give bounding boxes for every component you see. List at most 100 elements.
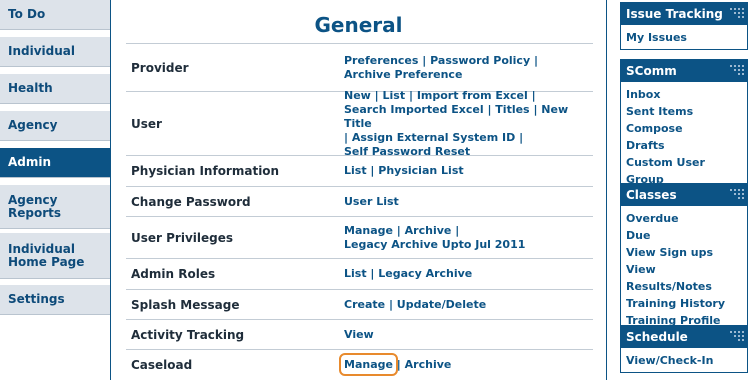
link-activity-tracking-view[interactable]: View (344, 328, 374, 341)
widget-title: Schedule (626, 330, 688, 344)
row-label: Admin Roles (131, 267, 216, 281)
left-navigation: To Do Individual Health Agency Admin Agency R… (0, 0, 110, 380)
sidebar-item-individual-home-page[interactable]: Individual Home Page (0, 233, 110, 279)
widget-title: Classes (626, 188, 677, 202)
widget-header: Classes (621, 184, 747, 206)
widget-link-training-history[interactable]: Training History (626, 295, 742, 312)
settings-row-user-privileges: User Privileges Manage | Archive | Legacy … (126, 216, 593, 258)
link-separator: | (418, 53, 431, 67)
widget-link-view-sign-ups[interactable]: View Sign ups (626, 244, 742, 261)
link-caseload-archive[interactable]: Archive (405, 358, 452, 371)
widget-link-view-check-in[interactable]: View/Check-In (626, 352, 742, 369)
link-user-search-imported-excel[interactable]: Search Imported Excel (344, 103, 484, 116)
row-label: Activity Tracking (131, 327, 245, 342)
row-label: Caseload (131, 357, 193, 372)
widget-header: SComm (621, 60, 747, 82)
link-user-assign-external-system-id[interactable]: Assign External System ID (352, 131, 515, 144)
link-user-list[interactable]: List (383, 89, 406, 102)
link-physician-information-list[interactable]: List (344, 164, 367, 177)
row-label: User (131, 116, 162, 131)
link-user-import-from-excel[interactable]: Import from Excel (417, 89, 528, 102)
page-title: General (314, 13, 403, 37)
settings-row-caseload: Caseload Manage | Archive (126, 349, 593, 379)
widget-link-drafts[interactable]: Drafts (626, 137, 742, 154)
link-admin-roles-list[interactable]: List (344, 267, 367, 280)
link-user-new[interactable]: New (344, 89, 371, 102)
widget-links: Inbox Sent Items Compose Drafts Custom User … (621, 82, 747, 191)
settings-row-physician-information: Physician Information List | Physician Li… (126, 155, 593, 186)
link-provider-password-policy[interactable]: Password Policy (430, 54, 530, 67)
sidebar-item-to-do[interactable]: To Do (0, 0, 110, 30)
drag-handle-icon[interactable] (730, 331, 744, 343)
widget-link-inbox[interactable]: Inbox (626, 86, 742, 103)
row-links: Preferences | Password Policy | Archive P… (344, 54, 594, 82)
widget-links: My Issues (621, 25, 747, 49)
widget-link-view-results-notes[interactable]: View Results/Notes (626, 261, 742, 295)
link-separator: | (392, 357, 405, 371)
widget-header: Issue Tracking (621, 3, 747, 25)
drag-handle-icon[interactable] (730, 65, 744, 77)
link-user-privileges-archive[interactable]: Archive (405, 224, 452, 237)
sidebar-item-settings[interactable]: Settings (0, 285, 110, 315)
row-links: List | Legacy Archive (344, 267, 594, 281)
widget-schedule: Schedule View/Check-In (620, 325, 748, 373)
settings-row-splash-message: Splash Message Create | Update/Delete (126, 289, 593, 319)
row-links: List | Physician List (344, 164, 594, 178)
link-separator: | (529, 102, 542, 116)
widget-header: Schedule (621, 326, 747, 348)
settings-row-change-password: Change Password User List (126, 186, 593, 216)
row-links: User List (344, 195, 594, 209)
sidebar-item-label: Admin (8, 155, 52, 169)
sidebar-item-agency-reports[interactable]: Agency Reports (0, 185, 110, 229)
drag-handle-icon[interactable] (730, 189, 744, 201)
link-user-privileges-legacy-archive-upto-jul-2011[interactable]: Legacy Archive Upto Jul 2011 (344, 238, 525, 251)
widget-link-my-issues[interactable]: My Issues (626, 29, 742, 46)
link-separator: | (392, 223, 405, 237)
sidebar-item-agency[interactable]: Agency (0, 111, 110, 141)
sidebar-item-label: To Do (8, 7, 46, 21)
row-links: New | List | Import from Excel | Search I… (344, 89, 594, 159)
widget-links: Overdue Due View Sign ups View Results/Note… (621, 206, 747, 332)
link-separator: | (405, 88, 417, 102)
row-links: Manage | Archive (339, 352, 594, 376)
settings-row-user: User New | List | Import from Excel | Sear… (126, 89, 593, 158)
sidebar-item-label: Agency Reports (8, 192, 62, 220)
widget-link-compose[interactable]: Compose (626, 120, 742, 137)
link-user-titles[interactable]: Titles (495, 103, 529, 116)
link-separator: | (530, 53, 538, 67)
sidebar-item-label: Individual (8, 44, 75, 58)
link-separator: | (483, 102, 496, 116)
link-splash-message-create[interactable]: Create (344, 298, 385, 311)
row-label: Change Password (131, 194, 251, 209)
widget-link-overdue[interactable]: Overdue (626, 210, 742, 227)
row-label: Splash Message (131, 297, 240, 312)
link-admin-roles-legacy-archive[interactable]: Legacy Archive (378, 267, 472, 280)
sidebar-item-admin[interactable]: Admin (0, 148, 110, 178)
widget-link-sent-items[interactable]: Sent Items (626, 103, 742, 120)
link-separator: | (515, 130, 524, 144)
widget-issue-tracking: Issue Tracking My Issues (620, 2, 748, 50)
widget-link-due[interactable]: Due (626, 227, 742, 244)
link-provider-archive-preference[interactable]: Archive Preference (344, 68, 462, 81)
link-separator: | (344, 130, 352, 144)
sidebar-item-label: Agency (8, 118, 58, 132)
link-user-privileges-manage[interactable]: Manage (344, 224, 393, 237)
general-panel: General Provider Preferences | Password P… (110, 0, 607, 380)
sidebar-item-label: Settings (8, 292, 65, 306)
sidebar-item-health[interactable]: Health (0, 74, 110, 104)
link-caseload-manage[interactable]: Manage (339, 352, 398, 376)
row-label: User Privileges (131, 230, 234, 245)
drag-handle-icon[interactable] (730, 8, 744, 20)
row-links: Manage | Archive | Legacy Archive Upto Ju… (344, 224, 594, 252)
link-separator: | (385, 297, 397, 311)
link-physician-information-physician-list[interactable]: Physician List (378, 164, 463, 177)
link-change-password-user-list[interactable]: User List (344, 195, 399, 208)
link-separator: | (451, 223, 460, 237)
sidebar-item-individual[interactable]: Individual (0, 37, 110, 67)
widget-title: SComm (626, 64, 677, 78)
settings-row-activity-tracking: Activity Tracking View (126, 319, 593, 349)
widget-links: View/Check-In (621, 348, 747, 372)
link-provider-preferences[interactable]: Preferences (344, 54, 418, 67)
widget-title: Issue Tracking (626, 7, 723, 21)
link-splash-message-update-delete[interactable]: Update/Delete (397, 298, 486, 311)
